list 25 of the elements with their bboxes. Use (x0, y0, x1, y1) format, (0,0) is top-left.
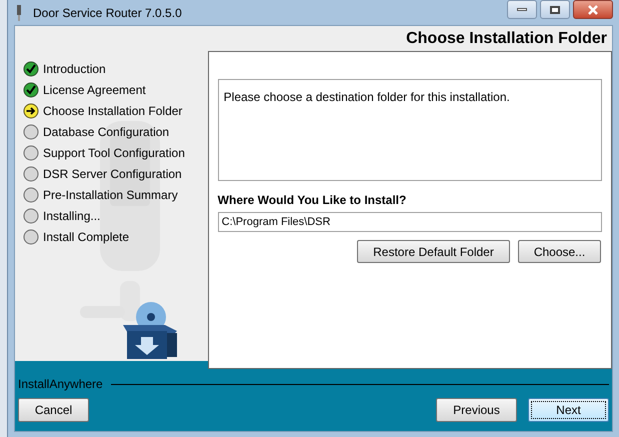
step-label: Install Complete (43, 229, 130, 246)
brand-label: InstallAnywhere (18, 376, 103, 393)
cancel-button[interactable]: Cancel (18, 398, 89, 422)
step-label: Introduction (43, 61, 106, 78)
minimize-button[interactable] (507, 0, 537, 19)
maximize-button[interactable] (540, 0, 570, 19)
choose-button[interactable]: Choose... (518, 240, 601, 263)
step-label: Installing... (43, 208, 100, 225)
next-button[interactable]: Next (528, 398, 609, 422)
restore-default-button[interactable]: Restore Default Folder (357, 240, 510, 263)
step-label: Pre-Installation Summary (43, 187, 178, 204)
window-title: Door Service Router 7.0.5.0 (33, 4, 182, 22)
step-label: License Agreement (43, 82, 146, 99)
step-label: Database Configuration (43, 124, 170, 141)
step-label: DSR Server Configuration (43, 166, 182, 183)
close-button[interactable] (573, 0, 613, 19)
step-label: Choose Installation Folder (43, 103, 182, 120)
folder-input[interactable]: C:\Program Files\DSR (218, 212, 602, 232)
app-icon (16, 4, 22, 20)
folder-label: Where Would You Like to Install? (218, 192, 408, 209)
previous-button[interactable]: Previous (436, 398, 517, 422)
description-text: Please choose a destination folder for this installation. (224, 90, 510, 104)
page-heading: Choose Installation Folder (406, 28, 607, 48)
step-label: Support Tool Configuration (43, 145, 185, 162)
close-icon (587, 4, 599, 14)
